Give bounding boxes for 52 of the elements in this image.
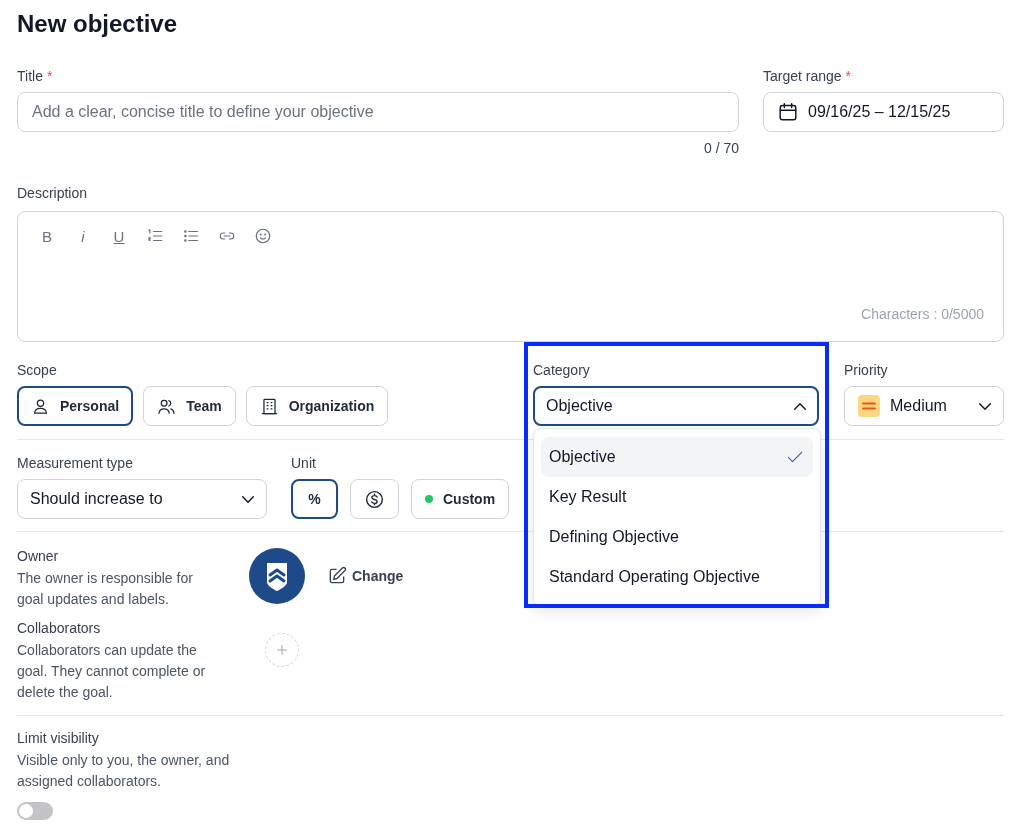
section-label: Owner [17, 548, 60, 564]
scope-option[interactable]: Team [143, 386, 236, 426]
scope-option[interactable]: Organization [245, 386, 389, 426]
field-label: Unit [291, 455, 316, 471]
description-editor[interactable]: B i U Characters : 0/5000 [17, 211, 1004, 342]
section-label: Collaborators [17, 620, 102, 636]
building-icon [259, 396, 279, 416]
menu-option[interactable]: Defining Objective [541, 517, 813, 557]
section-description: Visible only to you, the owner, and assigned collaborators. [17, 751, 231, 791]
date-range-field[interactable]: 09/16/25 – 12/15/25 [763, 92, 1004, 132]
required-asterisk: * [845, 68, 852, 84]
field-label: Priority [844, 362, 888, 378]
title-field[interactable]: Add a clear, concise title to define your objective [17, 92, 739, 132]
priority-medium-icon [857, 394, 881, 418]
edit-icon [327, 566, 347, 586]
underline-button[interactable]: U [107, 224, 131, 248]
section-description: Collaborators can update the goal. They cannot complete or delete the goal. [17, 641, 207, 702]
change-button[interactable]: Change [327, 566, 404, 586]
field-label: Target range [763, 68, 842, 84]
measurement-type-dropdown[interactable]: Should increase to [17, 479, 267, 519]
chevron-up-icon [794, 402, 806, 410]
page-title: New objective [17, 9, 178, 39]
smiley-icon [254, 227, 272, 245]
character-counter: 0 / 70 [703, 140, 739, 156]
unit-option[interactable]: Custom [411, 479, 510, 519]
unit-option[interactable]: % [291, 479, 338, 519]
unit-option[interactable] [350, 479, 399, 519]
field-label: Measurement type [17, 455, 133, 471]
required-asterisk: * [46, 68, 53, 84]
bold-button[interactable]: B [35, 224, 59, 248]
field-label: Category [533, 362, 590, 378]
chevron-down-icon [979, 402, 991, 410]
category-dropdown[interactable]: Objective [533, 386, 819, 426]
dollar-circle-icon [364, 488, 385, 510]
menu-option[interactable]: Standard Operating Objective [541, 557, 813, 597]
bulleted-list-icon [182, 227, 200, 245]
section-description: The owner is responsible for goal updates and labels. [17, 569, 194, 609]
status-dot-icon [425, 495, 433, 503]
menu-option[interactable]: Key Result [541, 477, 813, 517]
shield-avatar [249, 548, 305, 604]
calendar-icon [777, 101, 799, 123]
field-label: Description [17, 185, 88, 201]
chevron-down-icon [242, 495, 254, 503]
field-label: Title [17, 68, 43, 84]
toggle-switch[interactable] [17, 802, 53, 820]
italic-button[interactable]: i [71, 224, 95, 248]
character-counter: Characters : 0/5000 [861, 306, 984, 322]
section-label: Limit visibility [17, 730, 100, 746]
menu-option[interactable]: Objective [541, 437, 813, 477]
scope-option[interactable]: Personal [17, 386, 134, 426]
priority-dropdown[interactable]: Medium [844, 386, 1004, 426]
field-label: Scope [17, 362, 57, 378]
